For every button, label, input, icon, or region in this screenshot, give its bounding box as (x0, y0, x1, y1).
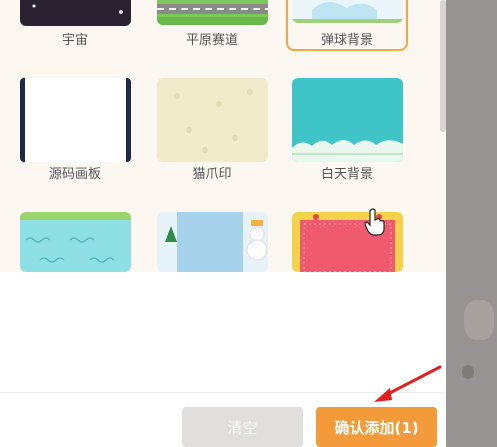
background-label: 平原赛道 (185, 33, 238, 48)
frame-thumbnail (292, 212, 403, 272)
clear-button[interactable]: 清空 (182, 407, 303, 447)
water-thumbnail (20, 212, 131, 272)
paw-print-thumbnail (157, 78, 268, 162)
background-label: 猫爪印 (192, 167, 232, 182)
source-board-thumbnail (20, 78, 131, 162)
background-label: 白天背景 (320, 167, 373, 182)
background-label: 宇宙 (61, 33, 88, 48)
red-arrow-annotation (374, 365, 442, 402)
daytime-thumbnail (292, 78, 403, 162)
confirm-add-button[interactable]: 确认添加(1) (316, 407, 437, 447)
snow-thumbnail (157, 212, 268, 272)
background-label: 源码画板 (48, 167, 101, 182)
pinball-thumbnail (292, 0, 403, 23)
hand-cursor-icon (364, 208, 385, 236)
background-label: 弹球背景 (320, 33, 373, 48)
plain-track-thumbnail (157, 0, 268, 25)
dimmed-backdrop (446, 0, 497, 447)
space-thumbnail (20, 0, 131, 26)
scrollbar-thumb[interactable] (440, 0, 446, 132)
